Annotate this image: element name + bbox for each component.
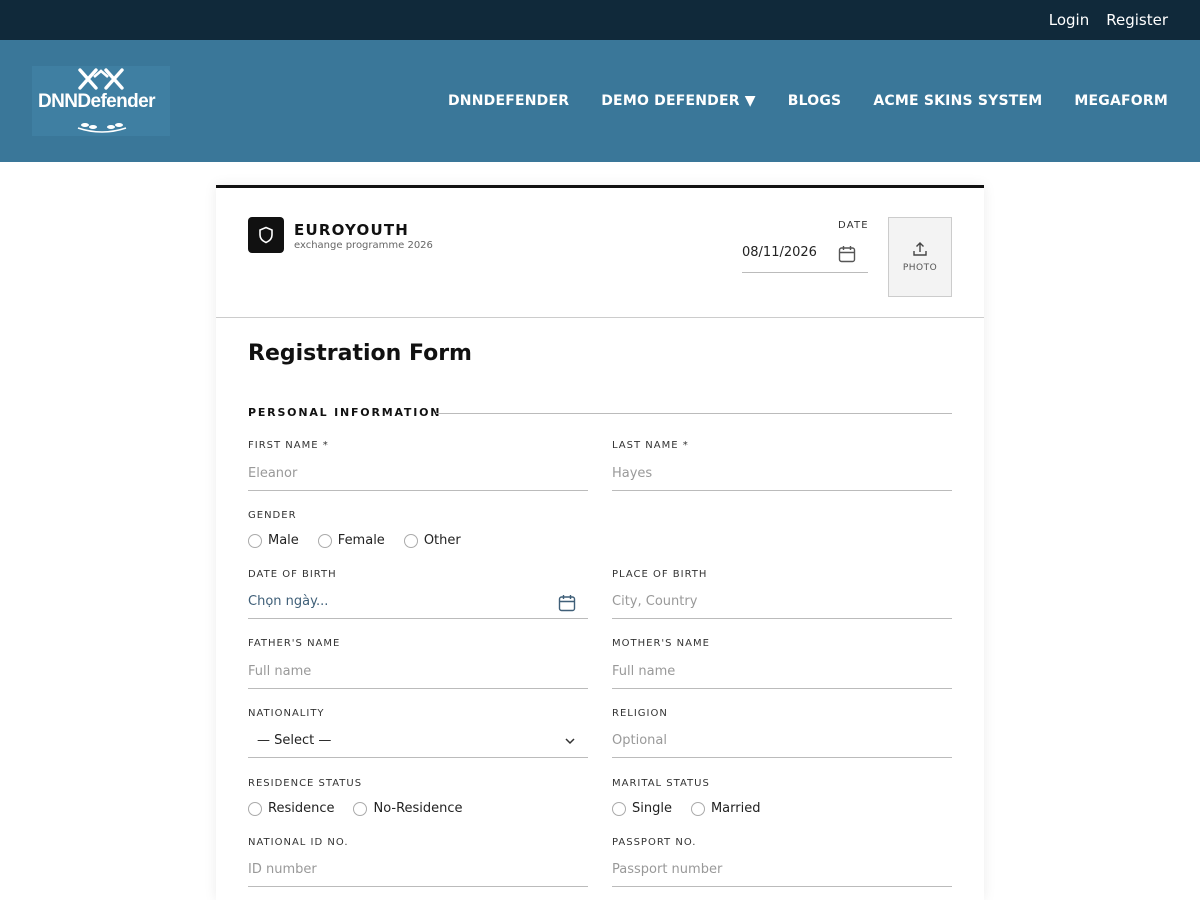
gender-male-radio[interactable]: Male (248, 533, 299, 548)
account-links: Login Register (1049, 0, 1168, 40)
laurel-icon (77, 123, 127, 133)
shield-icon (259, 226, 273, 244)
radio-circle[interactable] (403, 533, 418, 548)
nationality-select[interactable]: — Select — (248, 724, 588, 758)
nationality-label: NATIONALITY (248, 708, 325, 719)
form-title: Registration Form (248, 341, 472, 366)
date-value: 08/11/2026 (742, 245, 817, 260)
marital-status-label: MARITAL STATUS (612, 778, 710, 789)
primary-nav: DNNDEFENDER DEMO DEFENDER ▼ BLOGS ACME S… (448, 40, 1168, 162)
residence-radio-group: Residence No-Residence (248, 801, 482, 816)
last-name-label: LAST NAME * (612, 440, 689, 451)
pob-input[interactable]: City, Country (612, 585, 952, 619)
dob-placeholder: Chọn ngày... (248, 594, 329, 609)
first-name-input[interactable]: Eleanor (248, 457, 588, 491)
passport-input[interactable]: Passport number (612, 853, 952, 887)
brand-badge (248, 217, 284, 253)
main-navbar: DNNDefender DNNDEFENDER DEMO DEFENDER ▼ … (0, 40, 1200, 162)
religion-placeholder: Optional (612, 733, 667, 748)
radio-label: Male (268, 533, 299, 548)
father-name-input[interactable]: Full name (248, 655, 588, 689)
date-field[interactable]: 08/11/2026 (742, 240, 868, 273)
date-label: DATE (838, 220, 869, 231)
dob-input[interactable]: Chọn ngày... (248, 585, 588, 619)
father-name-placeholder: Full name (248, 664, 312, 679)
national-id-placeholder: ID number (248, 862, 317, 877)
brand-name: EUROYOUTH (294, 221, 410, 239)
religion-label: RELIGION (612, 708, 668, 719)
gender-female-radio[interactable]: Female (317, 533, 385, 548)
pob-placeholder: City, Country (612, 594, 698, 609)
radio-label: Single (632, 801, 672, 816)
brand-subtitle: exchange programme 2026 (294, 240, 433, 251)
gender-label: GENDER (248, 510, 297, 521)
marital-radio-group: Single Married (612, 801, 779, 816)
registration-card: EUROYOUTH exchange programme 2026 DATE 0… (216, 185, 984, 900)
radio-circle[interactable] (248, 801, 262, 816)
radio-label: Married (710, 801, 761, 816)
radio-circle[interactable] (612, 801, 626, 816)
chevron-down-icon (565, 738, 575, 745)
calendar-icon[interactable] (838, 245, 856, 263)
calendar-icon[interactable] (558, 594, 576, 612)
nationality-value: — Select — (257, 733, 332, 748)
radio-label: Other (423, 533, 461, 548)
radio-label: No-Residence (373, 801, 463, 816)
nav-item-dnndefender[interactable]: DNNDEFENDER (448, 93, 569, 109)
login-link[interactable]: Login (1049, 11, 1089, 29)
mother-name-placeholder: Full name (612, 664, 676, 679)
nav-item-megaform[interactable]: MEGAFORM (1074, 93, 1168, 109)
radio-circle[interactable] (690, 801, 705, 816)
religion-input[interactable]: Optional (612, 724, 952, 758)
national-id-label: NATIONAL ID NO. (248, 837, 349, 848)
section-title: PERSONAL INFORMATION (248, 406, 442, 419)
first-name-label: FIRST NAME * (248, 440, 329, 451)
nav-item-demo-defender[interactable]: DEMO DEFENDER ▼ (601, 93, 756, 109)
header-divider (216, 317, 984, 318)
residence-status-label: RESIDENCE STATUS (248, 778, 363, 789)
radio-label: Female (337, 533, 385, 548)
national-id-input[interactable]: ID number (248, 853, 588, 887)
married-radio[interactable]: Married (690, 801, 761, 816)
pob-label: PLACE OF BIRTH (612, 569, 708, 580)
radio-label: Residence (268, 801, 335, 816)
register-link[interactable]: Register (1106, 11, 1168, 29)
passport-label: PASSPORT NO. (612, 837, 697, 848)
gender-other-radio[interactable]: Other (403, 533, 461, 548)
mother-name-input[interactable]: Full name (612, 655, 952, 689)
last-name-placeholder: Hayes (612, 466, 653, 481)
first-name-placeholder: Eleanor (248, 466, 298, 481)
top-bar: Login Register (0, 0, 1200, 40)
radio-circle[interactable] (353, 801, 368, 816)
residence-radio[interactable]: Residence (248, 801, 334, 816)
section-divider (436, 413, 952, 414)
nav-item-blogs[interactable]: BLOGS (788, 93, 842, 109)
dob-label: DATE OF BIRTH (248, 569, 337, 580)
father-name-label: FATHER'S NAME (248, 638, 341, 649)
no-residence-radio[interactable]: No-Residence (353, 801, 463, 816)
single-radio[interactable]: Single (612, 801, 672, 816)
photo-upload[interactable]: PHOTO (888, 217, 952, 297)
radio-circle[interactable] (317, 533, 332, 548)
upload-icon (913, 242, 927, 256)
radio-circle[interactable] (248, 533, 262, 548)
mother-name-label: MOTHER'S NAME (612, 638, 710, 649)
last-name-input[interactable]: Hayes (612, 457, 952, 491)
logo-text: DNNDefender (38, 91, 156, 112)
nav-item-acme-skins-system[interactable]: ACME SKINS SYSTEM (873, 93, 1042, 109)
gender-radio-group: Male Female Other (248, 533, 480, 548)
photo-label: PHOTO (902, 263, 938, 273)
site-logo[interactable]: DNNDefender (32, 66, 170, 136)
passport-placeholder: Passport number (612, 862, 723, 877)
